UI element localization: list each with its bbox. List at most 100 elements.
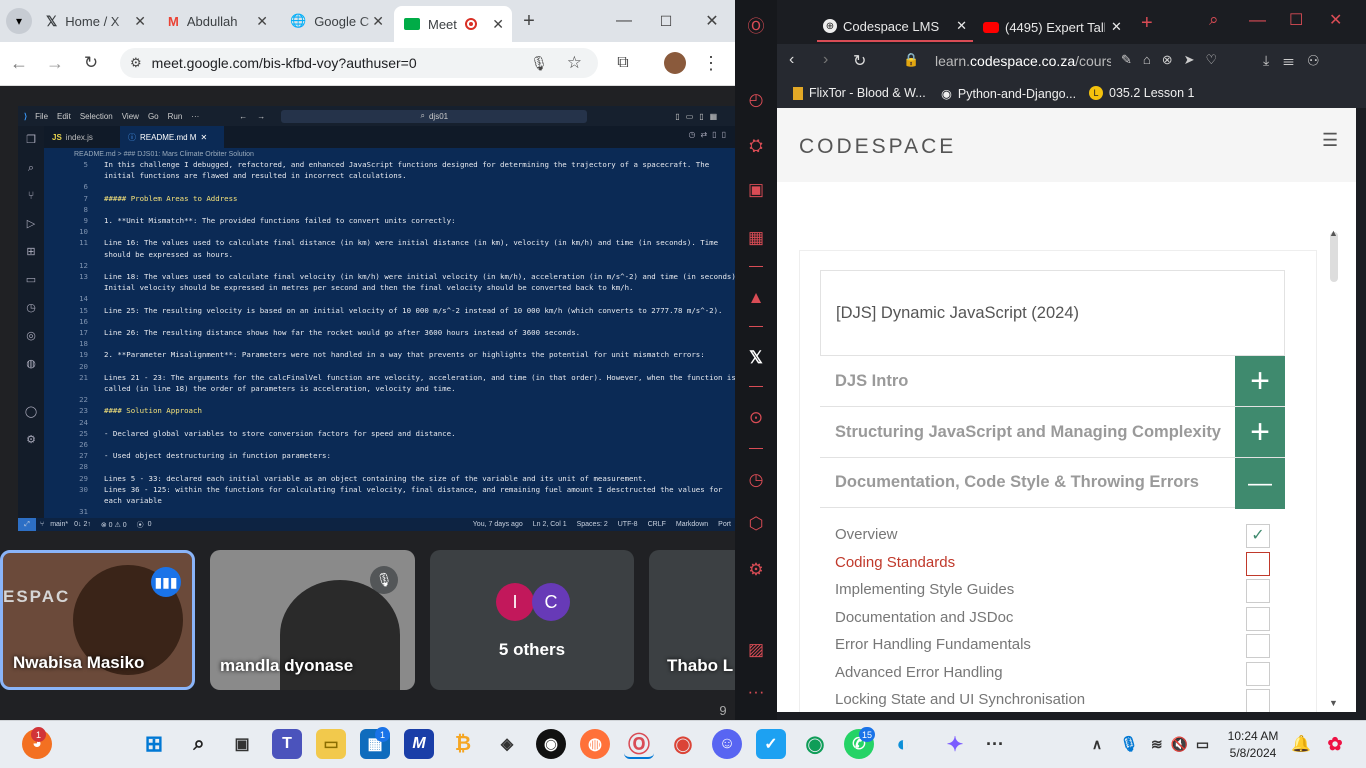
close-icon[interactable]: ✕ (256, 13, 268, 30)
tab-meet[interactable]: Meet ✕ (394, 6, 512, 42)
lock-icon[interactable]: 🔒 (903, 52, 919, 68)
back-icon[interactable]: ‹ (789, 51, 794, 69)
codespace-logo[interactable]: CODESPACE (799, 135, 956, 159)
chrome-icon[interactable]: ◉ (668, 729, 698, 759)
system-tray-icons[interactable]: ≋ 🔇 ▭ (1146, 729, 1216, 759)
tab-readme[interactable]: ⓘ README.md M ✕ (120, 126, 224, 148)
minimize-icon[interactable]: — (612, 10, 636, 32)
search-tabs-icon[interactable]: ⌕ (1209, 10, 1219, 30)
code-line[interactable]: - Declared global variables to store con… (104, 429, 456, 438)
app-icon[interactable]: M (404, 729, 434, 759)
back-icon[interactable]: ← (8, 52, 30, 74)
module-documentation[interactable]: Documentation, Code Style & Throwing Err… (820, 457, 1285, 509)
lesson-link[interactable]: Locking State and UI Synchronisation (835, 691, 1085, 708)
code-line[interactable]: each variable (104, 496, 162, 505)
copilot-icon[interactable]: ✦ (940, 729, 970, 759)
windows-start-icon[interactable]: ⊞ (139, 729, 169, 759)
microphone-icon[interactable]: 🎙 (530, 55, 548, 72)
extensions-icon[interactable]: ⊞ (18, 238, 44, 266)
profile-avatar[interactable] (664, 52, 686, 74)
edge-icon[interactable]: ◍ (18, 350, 44, 378)
back-icon[interactable]: ← (239, 112, 247, 121)
menu-go[interactable]: Go (148, 112, 159, 121)
status-ports[interactable]: 0 (148, 521, 152, 528)
menu-dots-icon[interactable]: ⋮ (702, 52, 720, 74)
account-icon[interactable]: ◯ (18, 398, 44, 426)
tab-youtube[interactable]: (4495) Expert Talk: M ✕ (983, 12, 1131, 42)
code-line[interactable]: Line 25: The resulting velocity is based… (104, 306, 723, 315)
participant-tile-others[interactable]: I C 5 others (430, 550, 634, 690)
close-icon[interactable]: ✕ (372, 13, 384, 30)
expand-plus-icon[interactable]: + (1235, 407, 1285, 458)
menu-run[interactable]: Run (168, 112, 183, 121)
code-line[interactable]: Lines 5 - 33: declared each initial vari… (104, 474, 647, 483)
lesson-link[interactable]: Advanced Error Handling (835, 664, 1003, 681)
checkbox-unchecked[interactable] (1246, 661, 1270, 686)
bookmark-flixtor[interactable]: FlixTor - Blood & W... (793, 86, 926, 100)
x-logo-icon[interactable]: 𝕏 (735, 348, 777, 368)
bookmark-python-django[interactable]: ◉ Python-and-Django... (941, 86, 1076, 102)
code-line[interactable]: 1. **Unit Mismatch**: The provided funct… (104, 216, 456, 225)
close-icon[interactable]: ✕ (1111, 19, 1122, 35)
firefox-icon[interactable]: ◍ (580, 729, 610, 759)
checkbox-unchecked[interactable] (1246, 606, 1270, 631)
teams-icon[interactable]: T (272, 729, 302, 759)
search-icon[interactable]: ⌕ (184, 729, 214, 759)
reload-icon[interactable]: ↻ (853, 51, 866, 71)
scroll-down-icon[interactable]: ▼ (1329, 698, 1338, 708)
command-center[interactable]: ⌕ djs01 (281, 109, 588, 123)
code-line[interactable]: Lines 21 - 23: The arguments for the cal… (104, 373, 735, 382)
aria-icon[interactable]: ▲ (735, 288, 777, 308)
scrollbar-thumb[interactable] (1330, 232, 1338, 282)
bell-icon[interactable]: 🔔 (1286, 729, 1316, 759)
explorer-icon[interactable]: ❐ (18, 126, 44, 154)
menu-more[interactable]: ··· (191, 112, 199, 121)
microphone-icon[interactable]: 🎙 (1114, 729, 1144, 759)
status-spaces[interactable]: Spaces: 2 (577, 521, 608, 528)
scroll-up-icon[interactable]: ▲ (1329, 228, 1338, 238)
lesson-link[interactable]: Documentation and JSDoc (835, 609, 1013, 626)
checkbox-unchecked[interactable] (1246, 689, 1270, 712)
code-line[interactable]: Line 16: The values used to calculate fi… (104, 238, 718, 247)
forward-icon[interactable]: → (257, 112, 265, 121)
address-actions-icons[interactable]: ✎⌂⊗➤♡ (1121, 52, 1228, 68)
remote-icon[interactable]: ◎ (18, 322, 44, 350)
window-close-icon[interactable]: ✕ (1329, 10, 1342, 30)
code-line[interactable]: 2. **Parameter Misalignment**: Parameter… (104, 350, 705, 359)
history-clock-icon[interactable]: ◷ (735, 470, 777, 490)
folder-icon[interactable]: ▭ (18, 266, 44, 294)
cube-icon[interactable]: ⬡ (735, 514, 777, 534)
twitch-icon[interactable]: ▣ (735, 180, 777, 200)
player-icon[interactable]: ⊙ (735, 408, 777, 428)
settings-gear-icon[interactable]: ⚙ (18, 426, 44, 454)
timeline-icon[interactable]: ◷ (18, 294, 44, 322)
lesson-link[interactable]: Overview (835, 526, 898, 543)
hamburger-menu-icon[interactable]: ☰ (1322, 130, 1338, 151)
maximize-icon[interactable]: ☐ (654, 10, 678, 32)
gallery-icon[interactable]: ▨ (735, 640, 777, 660)
editor-text-area[interactable]: 5 In this challenge I debugged, refactore… (44, 160, 735, 518)
tab-codespace-lms[interactable]: ⊕ Codespace LMS ✕ (817, 12, 973, 42)
checkbox-unchecked[interactable] (1246, 579, 1270, 603)
new-tab-icon[interactable]: + (1141, 12, 1153, 35)
module-structuring[interactable]: Structuring JavaScript and Managing Comp… (820, 406, 1285, 458)
layout-icons[interactable]: ▯▭▯▦ (675, 112, 723, 121)
edge-icon[interactable]: ◐ (888, 729, 918, 759)
speed-dial-icon[interactable]: ◴ (735, 90, 777, 110)
tab-x-home[interactable]: 𝕏 Home / X ✕ (36, 6, 154, 36)
maximize-icon[interactable]: ☐ (1289, 10, 1303, 30)
clock-date[interactable]: 5/8/2024 (1222, 746, 1284, 760)
figma-icon[interactable]: ◈ (492, 729, 522, 759)
code-line[interactable]: Lines 36 - 125: within the functions for… (104, 485, 723, 494)
participant-tile-nwabisa[interactable]: ESPAC ▮▮▮ Nwabisa Masiko (0, 550, 195, 690)
participant-tile-mandla[interactable]: 🎙 mandla dyonase (210, 550, 415, 690)
file-explorer-icon[interactable]: ▭ (316, 729, 346, 759)
tab-gmail[interactable]: M Abdullah ✕ (158, 6, 276, 36)
module-djs-intro[interactable]: DJS Intro + (820, 355, 1285, 407)
site-info-icon[interactable]: ⚙ (130, 55, 142, 71)
collapse-minus-icon[interactable]: — (1235, 458, 1285, 509)
status-language[interactable]: Markdown (676, 521, 708, 528)
code-line[interactable]: ##### Problem Areas to Address (104, 194, 238, 203)
status-problems[interactable]: ⊗ 0 ⚠ 0 (101, 521, 127, 529)
status-sync[interactable]: 0↓ 2↑ (74, 521, 91, 528)
